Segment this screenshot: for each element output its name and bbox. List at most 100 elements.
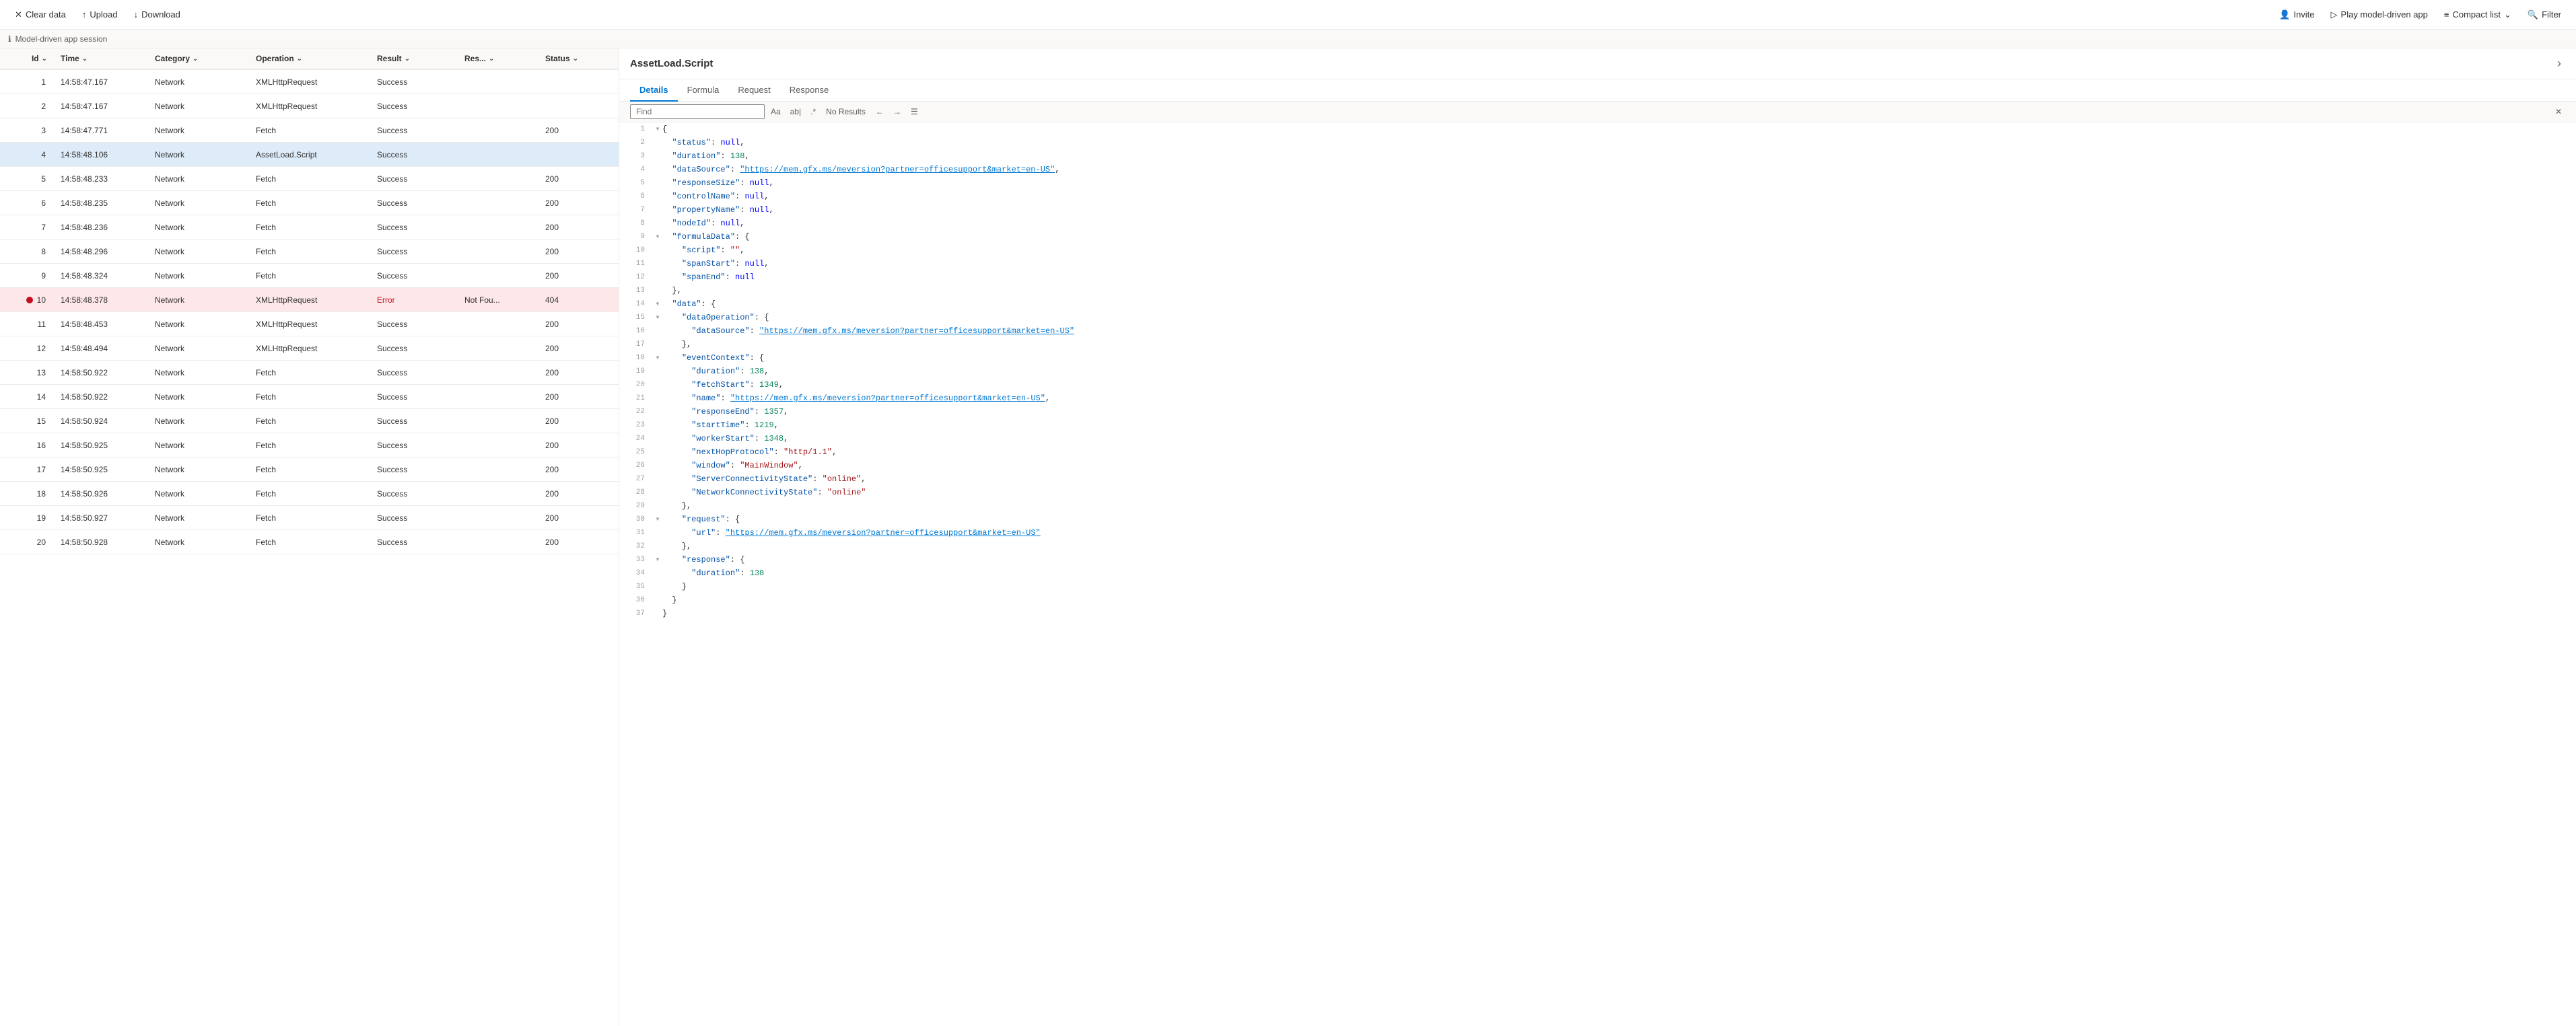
cell-status — [538, 151, 619, 159]
table-row[interactable]: 814:58:48.296NetworkFetchSuccess200 — [0, 240, 619, 264]
table-row[interactable]: 614:58:48.235NetworkFetchSuccess200 — [0, 191, 619, 215]
line-toggle[interactable]: ▾ — [653, 513, 662, 526]
line-toggle — [653, 324, 662, 338]
code-line: 21 "name": "https://mem.gfx.ms/meversion… — [619, 392, 2576, 405]
col-header-result[interactable]: Result ⌄ — [370, 48, 458, 69]
line-toggle — [653, 392, 662, 405]
tab-details[interactable]: Details — [630, 79, 678, 102]
col-header-id[interactable]: Id ⌄ — [0, 48, 54, 69]
table-row[interactable]: 914:58:48.324NetworkFetchSuccess200 — [0, 264, 619, 288]
table-row[interactable]: 414:58:48.106NetworkAssetLoad.ScriptSucc… — [0, 143, 619, 167]
match-case-button[interactable]: Aa — [767, 106, 784, 118]
find-more-button[interactable]: ☰ — [907, 106, 921, 118]
col-header-operation[interactable]: Operation ⌄ — [249, 48, 370, 69]
cell-res — [458, 417, 538, 425]
line-content: }, — [662, 338, 691, 351]
line-toggle — [653, 217, 662, 230]
line-toggle — [653, 203, 662, 217]
line-content: "fetchStart": 1349, — [662, 378, 784, 392]
table-row[interactable]: 1114:58:48.453NetworkXMLHttpRequestSucce… — [0, 312, 619, 336]
cell-result: Success — [370, 194, 458, 212]
cell-time: 14:58:47.771 — [54, 122, 148, 139]
line-number: 11 — [625, 257, 645, 270]
code-area[interactable]: 1▾{2 "status": null,3 "duration": 138,4 … — [619, 122, 2576, 1026]
compact-list-button[interactable]: ≡ Compact list ⌄ — [2437, 7, 2518, 23]
cell-category: Network — [148, 291, 249, 309]
cell-result: Success — [370, 412, 458, 430]
col-header-category[interactable]: Category ⌄ — [148, 48, 249, 69]
cell-result: Success — [370, 364, 458, 381]
cell-id: 18 — [0, 485, 54, 503]
line-toggle[interactable]: ▾ — [653, 230, 662, 244]
line-number: 18 — [625, 351, 645, 365]
tab-request[interactable]: Request — [728, 79, 779, 102]
cell-id: 10 — [0, 291, 54, 309]
cell-res — [458, 490, 538, 498]
cell-id: 6 — [0, 194, 54, 212]
line-toggle[interactable]: ▾ — [653, 351, 662, 365]
line-content: "formulaData": { — [662, 230, 750, 244]
table-row[interactable]: 2014:58:50.928NetworkFetchSuccess200 — [0, 530, 619, 554]
find-close-button[interactable]: ✕ — [2552, 106, 2565, 118]
table-row[interactable]: 1514:58:50.924NetworkFetchSuccess2000 — [0, 409, 619, 433]
code-line: 15▾ "dataOperation": { — [619, 311, 2576, 324]
play-model-button[interactable]: ▷ Play model-driven app — [2324, 7, 2435, 23]
line-toggle[interactable]: ▾ — [653, 311, 662, 324]
cell-status — [538, 78, 619, 86]
line-toggle[interactable]: ▾ — [653, 122, 662, 136]
table-row[interactable]: 1214:58:48.494NetworkXMLHttpRequestSucce… — [0, 336, 619, 361]
table-row[interactable]: 314:58:47.771NetworkFetchSuccess200 — [0, 118, 619, 143]
match-word-button[interactable]: ab| — [787, 106, 804, 118]
filter-button[interactable]: 🔍 Filter — [2521, 7, 2568, 23]
line-toggle[interactable]: ▾ — [653, 553, 662, 566]
list-icon: ≡ — [2444, 9, 2449, 20]
table-row[interactable]: 1414:58:50.922NetworkFetchSuccess200 — [0, 385, 619, 409]
table-row[interactable]: 1914:58:50.927NetworkFetchSuccess2005 — [0, 506, 619, 530]
clear-data-button[interactable]: ✕ Clear data — [8, 7, 73, 23]
code-line: 11 "spanStart": null, — [619, 257, 2576, 270]
find-input[interactable] — [630, 104, 765, 119]
cell-time: 14:58:50.925 — [54, 437, 148, 454]
table-row[interactable]: 114:58:47.167NetworkXMLHttpRequestSucces… — [0, 70, 619, 94]
cell-result: Success — [370, 170, 458, 188]
table-row[interactable]: 1614:58:50.925NetworkFetchSuccess2001,0 — [0, 433, 619, 457]
cell-result: Success — [370, 316, 458, 333]
tab-formula[interactable]: Formula — [678, 79, 729, 102]
line-toggle[interactable]: ▾ — [653, 297, 662, 311]
cell-time: 14:58:48.235 — [54, 194, 148, 212]
upload-button[interactable]: ↑ Upload — [75, 7, 125, 22]
code-line: 29 }, — [619, 499, 2576, 513]
cell-res — [458, 344, 538, 353]
table-row[interactable]: 1014:58:48.378NetworkXMLHttpRequestError… — [0, 288, 619, 312]
cell-id: 7 — [0, 219, 54, 236]
cell-result: Success — [370, 219, 458, 236]
col-header-status[interactable]: Status ⌄ — [538, 48, 619, 69]
code-line: 36 } — [619, 593, 2576, 607]
cell-res — [458, 538, 538, 546]
cell-id: 19 — [0, 509, 54, 527]
table-row[interactable]: 1714:58:50.925NetworkFetchSuccess200 — [0, 457, 619, 482]
table-body[interactable]: 114:58:47.167NetworkXMLHttpRequestSucces… — [0, 70, 619, 1026]
tab-response[interactable]: Response — [780, 79, 839, 102]
col-header-res[interactable]: Res... ⌄ — [458, 48, 538, 69]
table-row[interactable]: 714:58:48.236NetworkFetchSuccess200 — [0, 215, 619, 240]
detail-close-button[interactable]: › — [2553, 55, 2565, 72]
line-number: 13 — [625, 284, 645, 297]
find-next-button[interactable]: → — [890, 106, 905, 118]
col-header-time[interactable]: Time ⌄ — [54, 48, 148, 69]
code-line: 27 "ServerConnectivityState": "online", — [619, 472, 2576, 486]
invite-button[interactable]: 👤 Invite — [2272, 7, 2321, 23]
regex-button[interactable]: .* — [807, 106, 819, 118]
line-content: "responseSize": null, — [662, 176, 774, 190]
line-content: "duration": 138, — [662, 365, 769, 378]
cell-id: 12 — [0, 340, 54, 357]
table-row[interactable]: 214:58:47.167NetworkXMLHttpRequestSucces… — [0, 94, 619, 118]
find-prev-button[interactable]: ← — [872, 106, 887, 118]
sort-icon-category: ⌄ — [193, 55, 198, 63]
cell-status: 200 — [538, 485, 619, 503]
table-row[interactable]: 1814:58:50.926NetworkFetchSuccess200 — [0, 482, 619, 506]
cell-res — [458, 514, 538, 522]
table-row[interactable]: 514:58:48.233NetworkFetchSuccess200 — [0, 167, 619, 191]
table-row[interactable]: 1314:58:50.922NetworkFetchSuccess200 — [0, 361, 619, 385]
download-button[interactable]: ↓ Download — [127, 7, 187, 22]
